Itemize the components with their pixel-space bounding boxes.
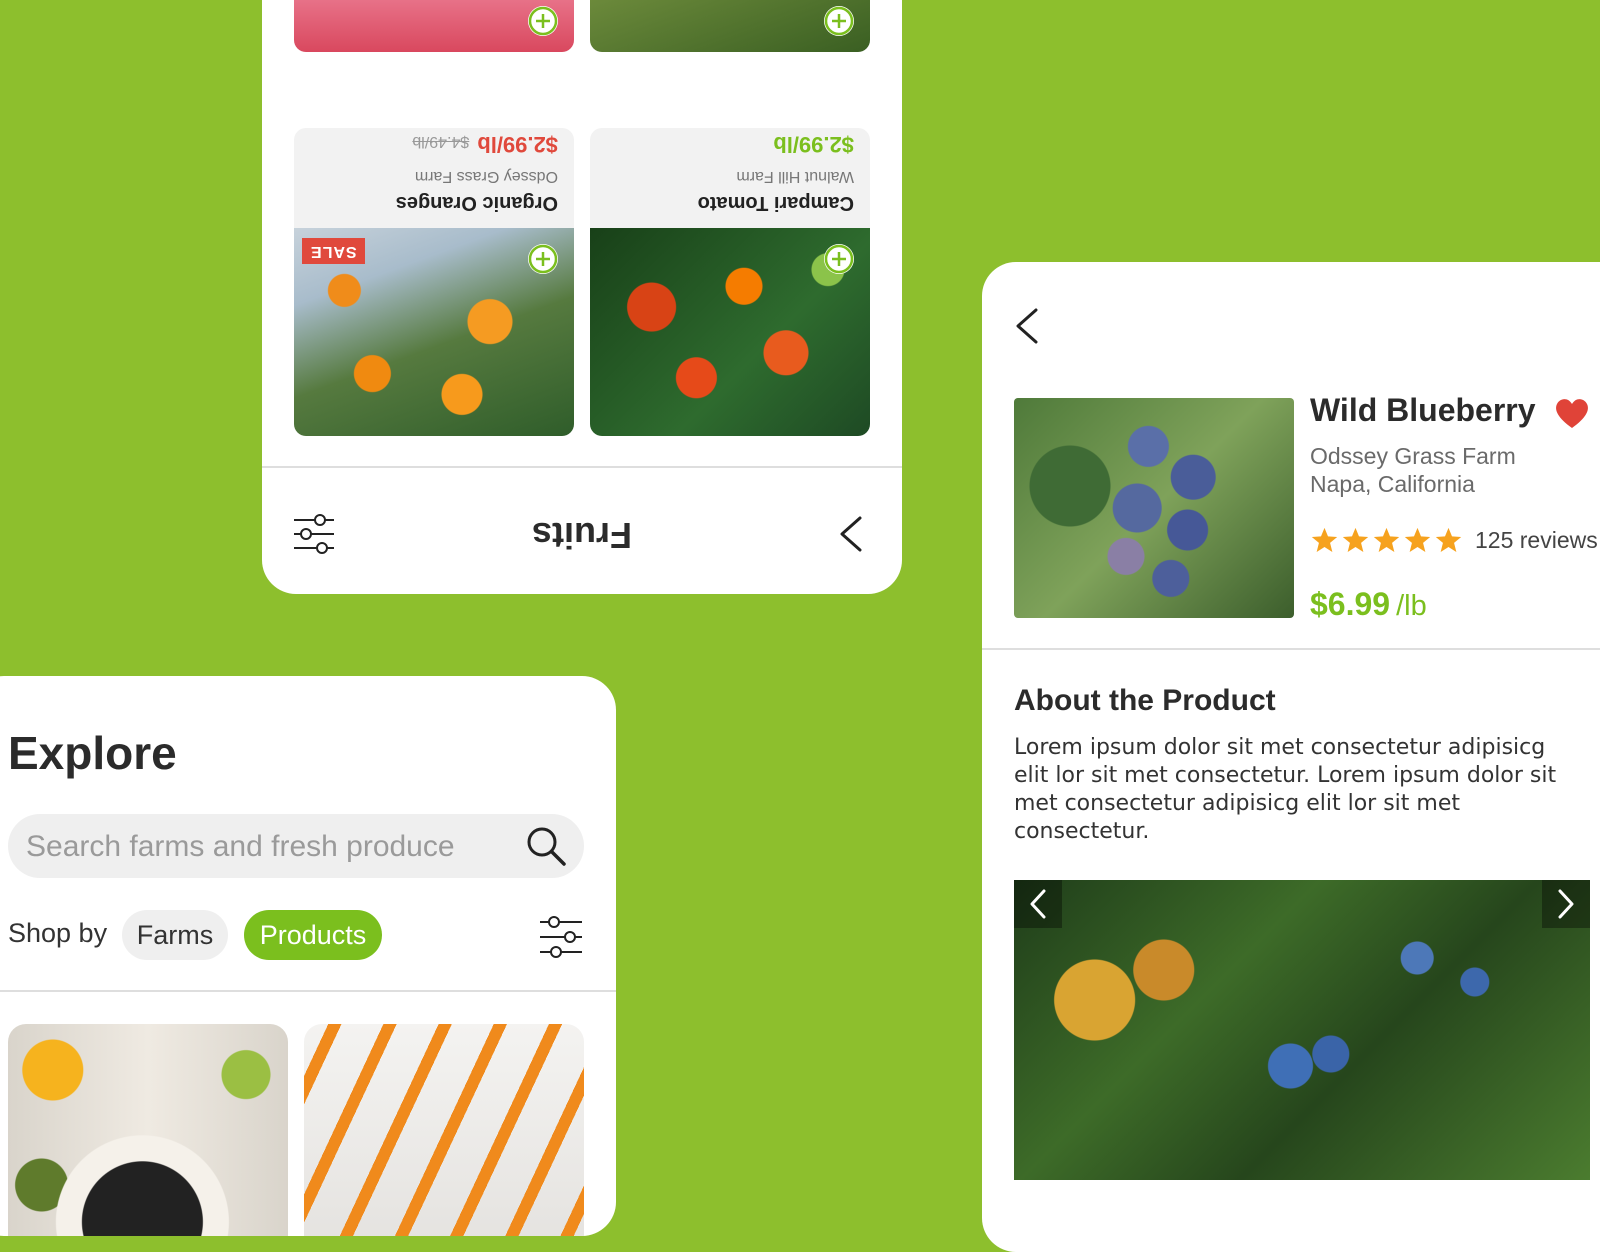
category-header: Fruits — [262, 466, 902, 594]
product-card[interactable] — [294, 0, 574, 52]
plus-circle-icon — [824, 244, 854, 274]
star-icon — [1373, 527, 1400, 552]
sale-badge: SALE — [302, 238, 365, 264]
product-name: Organic Oranges — [395, 192, 558, 214]
add-to-cart-button[interactable] — [528, 244, 558, 274]
review-count[interactable]: 125 reviews — [1475, 527, 1598, 554]
farm-location: Napa, California — [1310, 471, 1475, 497]
star-icon — [1435, 527, 1462, 552]
original-price: $4.49/lb — [412, 133, 470, 150]
star-icon — [1311, 527, 1338, 552]
product-card[interactable]: SALE Organic Oranges Odssey Grass Farm $… — [294, 128, 574, 436]
product-image — [590, 0, 870, 52]
search-icon[interactable] — [524, 824, 568, 868]
chevron-right-icon — [1558, 889, 1574, 919]
filter-sliders-icon[interactable] — [292, 512, 336, 556]
explore-card: Explore Shop by Farms Products — [0, 676, 616, 1236]
divider — [982, 648, 1600, 650]
product-price: $2.99/lb — [773, 132, 854, 157]
product-card[interactable]: Campari Tomato Walnut Hill Farm $2.99/lb — [590, 128, 870, 436]
product-image — [590, 228, 870, 436]
sale-price: $2.99/lb — [477, 132, 558, 157]
heart-icon[interactable] — [1554, 396, 1590, 430]
star-icon — [1342, 527, 1369, 552]
farm-name: Odssey Grass Farm — [1310, 443, 1516, 469]
about-text: Lorem ipsum dolor sit met consectetur ad… — [1014, 735, 1557, 844]
price-unit: /lb — [1396, 590, 1427, 622]
plus-circle-icon — [824, 6, 854, 36]
rating: 125 reviews — [1310, 526, 1598, 555]
product-farm: Walnut Hill Farm — [736, 168, 854, 185]
image-gallery[interactable] — [1014, 880, 1590, 1180]
plus-circle-icon — [528, 244, 558, 274]
filter-sliders-icon[interactable] — [538, 914, 584, 960]
price-value: $6.99 — [1310, 586, 1391, 622]
product-name: Campari Tomato — [697, 192, 854, 214]
back-chevron-icon[interactable] — [1010, 306, 1046, 346]
product-thumbnail-fruit-bowl[interactable] — [8, 1024, 288, 1236]
product-farm: Odssey Grass Farm — [414, 168, 558, 185]
product-card[interactable] — [590, 0, 870, 52]
about-heading: About the Product — [1014, 684, 1276, 717]
divider — [0, 990, 616, 992]
gallery-next-button[interactable] — [1542, 880, 1590, 928]
add-to-cart-button[interactable] — [824, 244, 854, 274]
product-price: $2.99/lb $4.49/lb — [310, 131, 558, 157]
filter-products-button[interactable]: Products — [244, 910, 382, 960]
search-input[interactable] — [24, 814, 498, 880]
page-title: Explore — [8, 727, 177, 779]
star-icon — [1404, 527, 1431, 552]
product-name: Wild Blueberry — [1310, 392, 1536, 428]
gallery-prev-button[interactable] — [1014, 880, 1062, 928]
category-title: Fruits — [532, 515, 633, 556]
farm-info: Odssey Grass Farm Napa, California — [1310, 442, 1516, 498]
product-image — [294, 0, 574, 52]
product-image: SALE — [294, 228, 574, 436]
plus-circle-icon — [528, 6, 558, 36]
filter-farms-button[interactable]: Farms — [122, 910, 228, 960]
product-thumbnail-carrots[interactable] — [304, 1024, 584, 1236]
product-detail-card: Wild Blueberry Odssey Grass Farm Napa, C… — [982, 262, 1600, 1252]
product-price: $6.99/lb — [1310, 586, 1427, 623]
search-bar[interactable] — [8, 814, 584, 880]
shop-by-label: Shop by — [8, 918, 108, 948]
fruits-category-card: Fruits Campari Tomato Walnut Hill Farm $… — [262, 0, 902, 594]
chevron-left-icon — [1030, 889, 1046, 919]
add-to-cart-button[interactable] — [528, 6, 558, 36]
add-to-cart-button[interactable] — [824, 6, 854, 36]
product-image — [1014, 398, 1294, 618]
